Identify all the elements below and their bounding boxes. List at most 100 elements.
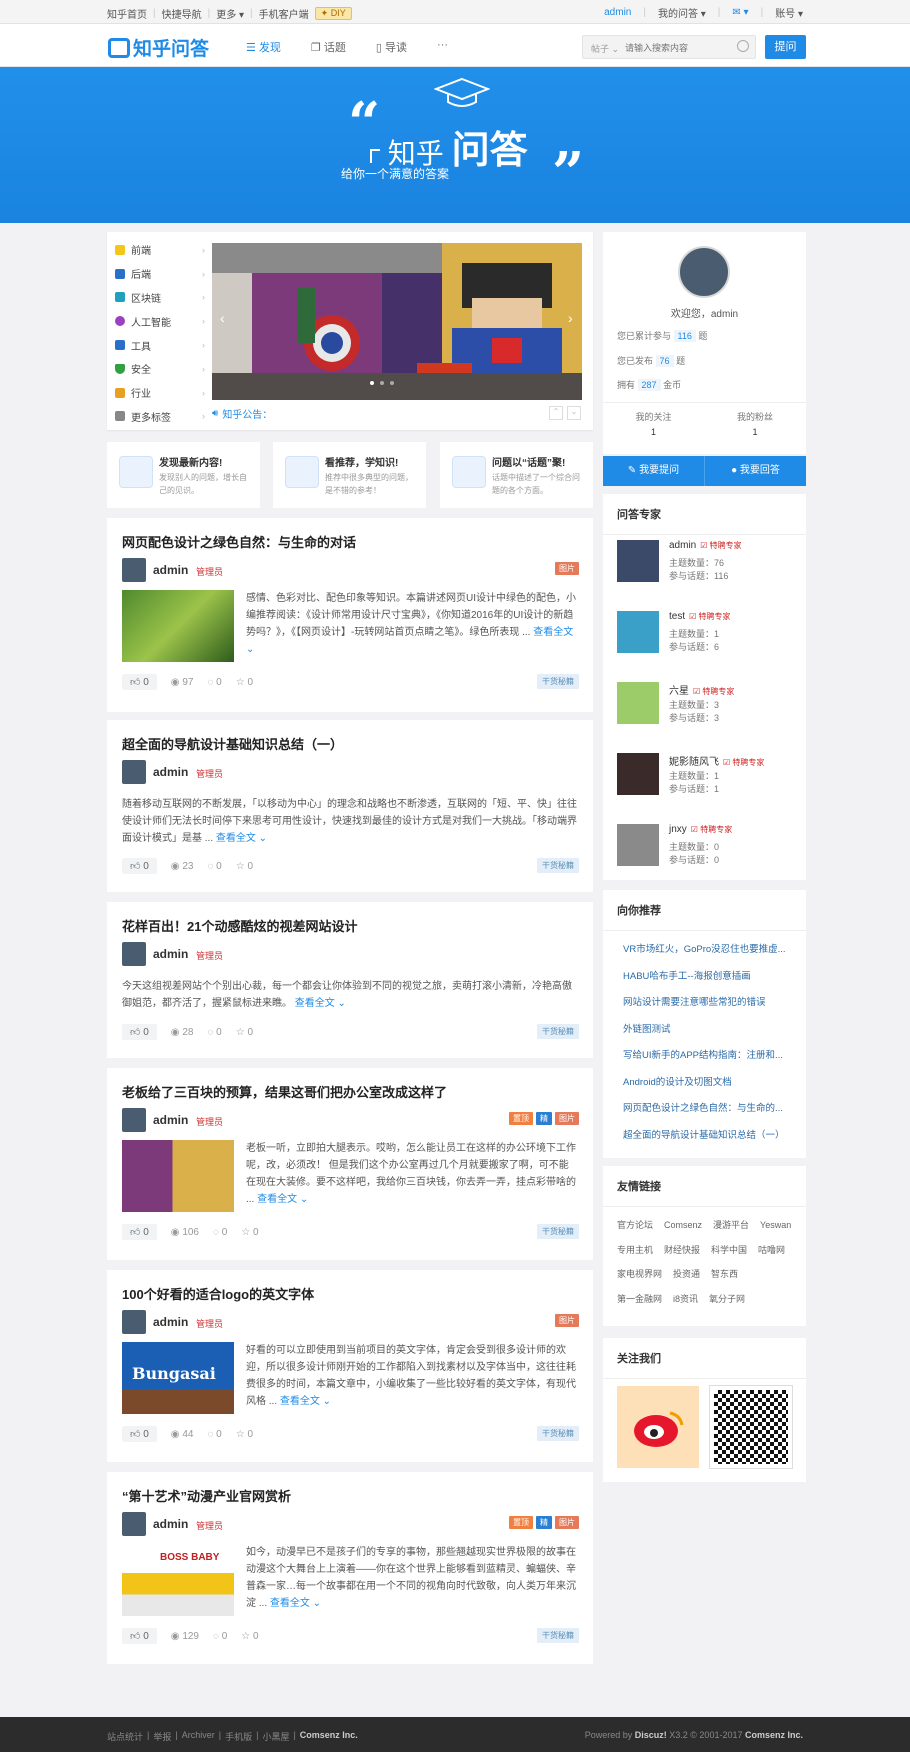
recommend-item[interactable]: 网站设计需要注意哪些常犯的错误 [611, 990, 798, 1017]
notice-up-arrow[interactable]: ⌃ [549, 406, 563, 420]
nav-discover[interactable]: ☰ 发现 [246, 39, 281, 55]
avatar[interactable] [122, 942, 146, 966]
like-button[interactable]: 👍︎ 0 [122, 1024, 157, 1040]
promo-recommend[interactable]: 看推荐，学知识! 推荐中很多典型的问题，是不错的参考！ [273, 442, 426, 508]
post-title[interactable]: 网页配色设计之绿色自然：与生命的对话 [122, 532, 356, 551]
site-logo[interactable]: 知乎问答 [108, 34, 209, 61]
post-title[interactable]: “第十艺术”动漫产业官网赏析 [122, 1486, 291, 1505]
avatar[interactable] [122, 1512, 146, 1536]
like-button[interactable]: 👍︎ 0 [122, 1628, 157, 1644]
category-industry[interactable]: 行业 › [115, 381, 205, 405]
recommend-item[interactable]: VR市场红火，GoPro没忍住也要推虚... [611, 937, 798, 964]
friend-link[interactable]: 专用主机 [617, 1238, 653, 1263]
topbar-account[interactable]: 账号 ▾ [775, 5, 803, 20]
like-button[interactable]: 👍︎ 0 [122, 1426, 157, 1442]
post-category[interactable]: 干货秘籍 [537, 1024, 579, 1039]
expert-item[interactable]: admin ☑ 特聘专家 主题数量：76 参与话题：116 [617, 540, 792, 600]
read-more-link[interactable]: 查看全文 ⌄ [270, 1598, 321, 1609]
expert-item[interactable]: test ☑ 特聘专家 主题数量：1 参与话题：6 [617, 611, 792, 671]
friend-link[interactable]: 财经快报 [664, 1238, 700, 1263]
avatar[interactable] [122, 760, 146, 784]
weibo-icon[interactable] [617, 1386, 699, 1468]
friend-link[interactable]: 第一金融网 [617, 1287, 662, 1312]
my-following[interactable]: 我的关注 1 [603, 410, 704, 440]
comments-count[interactable]: ◌ 0 [207, 1027, 221, 1038]
post-author[interactable]: admin [153, 1517, 188, 1531]
friend-link[interactable]: 氧分子网 [709, 1287, 745, 1312]
avatar[interactable] [122, 558, 146, 582]
site-notice[interactable]: 🔊︎ 知乎公告： [212, 402, 582, 424]
favorites-count[interactable]: ☆ 0 [236, 1027, 253, 1038]
friend-link[interactable]: 智东西 [711, 1262, 738, 1287]
recommend-item[interactable]: 外链图测试 [611, 1017, 798, 1044]
category-ai[interactable]: 人工智能 › [115, 309, 205, 333]
post-category[interactable]: 干货秘籍 [537, 1628, 579, 1643]
answer-question-button[interactable]: ● 我要回答 [705, 456, 806, 486]
nav-topics[interactable]: ❐ 话题 [311, 39, 346, 55]
category-more-tags[interactable]: 更多标签 › [115, 405, 205, 429]
diy-button[interactable]: ✦ DIY [314, 7, 352, 20]
expert-name[interactable]: 妮影随风飞 [669, 757, 719, 768]
expert-name[interactable]: test [669, 611, 685, 622]
like-button[interactable]: 👍︎ 0 [122, 858, 157, 874]
avatar[interactable] [617, 753, 659, 795]
footer-link-mobile[interactable]: 手机版 [225, 1730, 252, 1743]
search-type-select[interactable]: 帖子 ⌄ [591, 42, 619, 55]
post-thumbnail[interactable] [122, 1140, 234, 1212]
like-button[interactable]: 👍︎ 0 [122, 674, 157, 690]
post-author[interactable]: admin [153, 1315, 188, 1329]
comments-count[interactable]: ◌ 0 [213, 1631, 227, 1642]
category-tools[interactable]: 工具 › [115, 333, 205, 357]
friend-link[interactable]: Comsenz [664, 1213, 702, 1238]
footer-link-archiver[interactable]: Archiver [182, 1730, 215, 1743]
post-title[interactable]: 花样百出！21个动感酷炫的视差网站设计 [122, 916, 357, 935]
post-category[interactable]: 干货秘籍 [537, 1426, 579, 1441]
post-title[interactable]: 超全面的导航设计基础知识总结（一） [122, 734, 343, 753]
friend-link[interactable]: 咕噜网 [758, 1238, 785, 1263]
expert-item[interactable]: jnxy ☑ 特聘专家 主题数量：0 参与话题：0 [617, 824, 792, 884]
post-thumbnail[interactable]: BOSS BABY [122, 1544, 234, 1616]
read-more-link[interactable]: 查看全文 ⌄ [257, 1194, 308, 1205]
ask-question-button[interactable]: ✎ 我要提问 [603, 456, 705, 486]
comments-count[interactable]: ◌ 0 [207, 1429, 221, 1440]
topbar-link-mobile[interactable]: 手机客户端 [259, 6, 309, 21]
expert-name[interactable]: jnxy [669, 824, 687, 835]
expert-item[interactable]: 妮影随风飞 ☑ 特聘专家 主题数量：1 参与话题：1 [617, 753, 792, 813]
friend-link[interactable]: Yeswan [760, 1213, 791, 1238]
recommend-item[interactable]: 网页配色设计之绿色自然：与生命的... [611, 1096, 798, 1123]
favorites-count[interactable]: ☆ 0 [236, 861, 253, 872]
favorites-count[interactable]: ☆ 0 [241, 1631, 258, 1642]
read-more-link[interactable]: 查看全文 ⌄ [280, 1396, 331, 1407]
favorites-count[interactable]: ☆ 0 [236, 677, 253, 688]
comments-count[interactable]: ◌ 0 [207, 677, 221, 688]
avatar[interactable] [617, 540, 659, 582]
friend-link[interactable]: 投资通 [673, 1262, 700, 1287]
post-thumbnail[interactable] [122, 590, 234, 662]
friend-link[interactable]: 科学中国 [711, 1238, 747, 1263]
favorites-count[interactable]: ☆ 0 [236, 1429, 253, 1440]
expert-name[interactable]: 六星 [669, 686, 689, 697]
like-button[interactable]: 👍︎ 0 [122, 1224, 157, 1240]
comments-count[interactable]: ◌ 0 [213, 1227, 227, 1238]
read-more-link[interactable]: 查看全文 ⌄ [295, 998, 346, 1009]
promo-topics[interactable]: 问题以“话题”聚! 话题中描述了一个综合问题的各个方面。 [440, 442, 593, 508]
nav-guide[interactable]: ▯ 导读 [376, 39, 407, 55]
post-category[interactable]: 干货秘籍 [537, 858, 579, 873]
search-icon[interactable] [737, 40, 749, 52]
comments-count[interactable]: ◌ 0 [207, 861, 221, 872]
avatar[interactable] [617, 611, 659, 653]
topbar-my-qa[interactable]: 我的问答 ▾ [658, 5, 706, 20]
post-title[interactable]: 100个好看的适合logo的英文字体 [122, 1284, 314, 1303]
read-more-link[interactable]: 查看全文 ⌄ [216, 833, 267, 844]
topbar-link-more[interactable]: 更多 ▾ [216, 6, 244, 21]
ask-button[interactable]: 提问 [765, 35, 806, 59]
favorites-count[interactable]: ☆ 0 [241, 1227, 258, 1238]
post-author[interactable]: admin [153, 947, 188, 961]
recommend-item[interactable]: 超全面的导航设计基础知识总结（一） [611, 1123, 798, 1150]
topbar-link-home[interactable]: 知乎首页 [107, 6, 147, 21]
topbar-link-quicknav[interactable]: 快捷导航 [162, 6, 202, 21]
friend-link[interactable]: 漫游平台 [713, 1213, 749, 1238]
friend-link[interactable]: 官方论坛 [617, 1213, 653, 1238]
friend-link[interactable]: 家电视界网 [617, 1262, 662, 1287]
expert-name[interactable]: admin [669, 540, 696, 551]
